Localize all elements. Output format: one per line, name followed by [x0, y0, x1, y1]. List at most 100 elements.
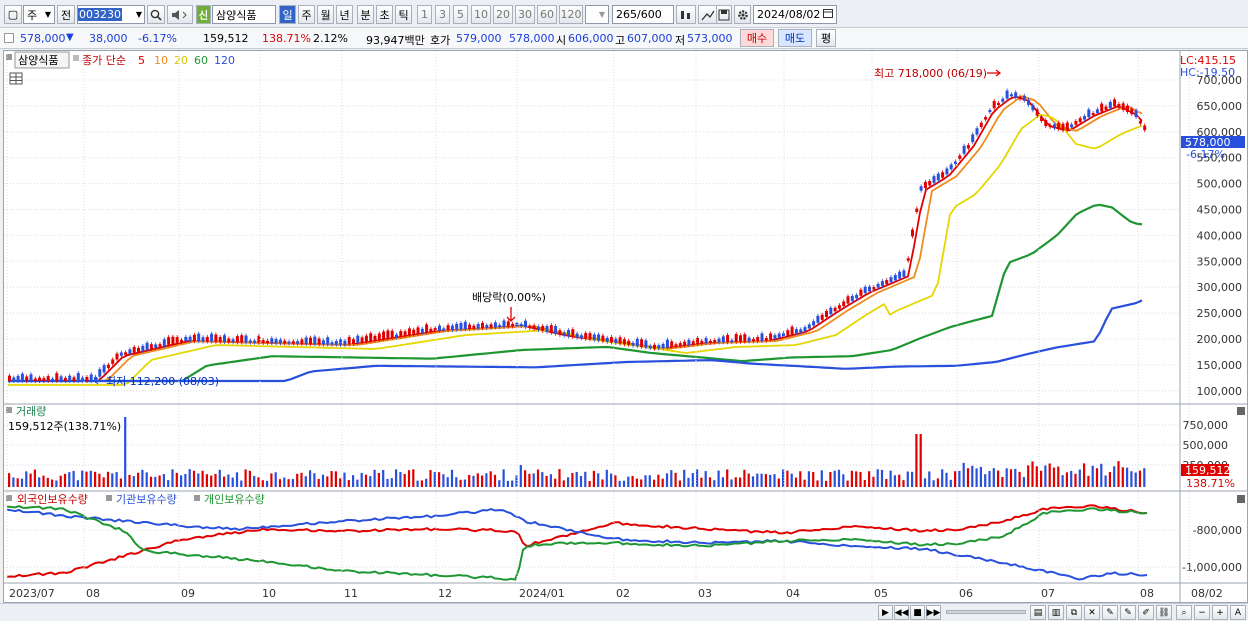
volume-bar — [992, 468, 995, 487]
ask-label: 호가 — [430, 34, 451, 47]
save-icon[interactable] — [716, 5, 732, 24]
code-input[interactable]: 003230 ▼ — [77, 5, 145, 24]
panel-close-icon[interactable] — [1237, 495, 1245, 503]
date-field[interactable]: 2024/08/02 — [753, 5, 837, 24]
panel-toggle-icon[interactable] — [4, 33, 14, 43]
draw-icon[interactable]: ✎ — [1120, 605, 1136, 620]
count-field[interactable]: 265/600 — [612, 5, 674, 24]
volume-bar — [76, 480, 79, 487]
volume-bar — [704, 471, 707, 487]
candle-body — [760, 333, 764, 342]
volume-bar — [102, 477, 105, 487]
volume-bar — [472, 475, 475, 487]
holdings-line — [6, 505, 1148, 581]
current-price: 578,000 — [20, 32, 66, 45]
chart-svg[interactable]: 700,000650,000600,000550,000500,000450,0… — [4, 51, 1248, 604]
candle-body — [541, 325, 545, 331]
chart-area[interactable]: 700,000 650,000 600,000 550,000 500,000 450,0… — [3, 50, 1248, 604]
period-year-button[interactable]: 년 — [336, 5, 353, 24]
draw-tool-icon[interactable] — [698, 5, 718, 24]
stop-icon[interactable]: ■ — [910, 605, 925, 620]
candle-body — [407, 328, 411, 336]
volume-bar — [730, 479, 733, 487]
candle-body — [644, 340, 648, 348]
volume-bar — [713, 480, 716, 487]
open-price: 606,000 — [568, 32, 614, 45]
candle-body — [291, 341, 295, 344]
volume-bar — [683, 469, 686, 487]
market-select[interactable]: 주 ▼ — [23, 5, 55, 24]
volume-bar — [201, 470, 204, 487]
minute-step-button[interactable]: 10 — [471, 5, 491, 24]
layout-icon[interactable]: ▥ — [1048, 605, 1064, 620]
speaker-icon[interactable] — [167, 5, 193, 24]
candle-body — [192, 334, 196, 342]
zoom-search-icon[interactable]: ⌕ — [1176, 605, 1192, 620]
draw-icon[interactable]: ✐ — [1138, 605, 1154, 620]
minute-step-button[interactable]: 30 — [515, 5, 535, 24]
search-icon[interactable] — [147, 5, 165, 24]
minute-step-button[interactable]: 3 — [435, 5, 450, 24]
ma-legend-60: 60 — [194, 54, 208, 67]
scroll-track[interactable] — [946, 610, 1026, 614]
bottom-scroll-bar: ▶ ◀◀ ■ ▶▶ ▤ ▥ ⧉ ✕ ✎ ✎ ✐ ⛓ ⌕ − + A — [0, 603, 1248, 621]
table-icon[interactable] — [9, 72, 23, 85]
bid-price: 578,000 — [509, 32, 555, 45]
volume-bar — [347, 480, 350, 487]
chart-type-icon[interactable] — [676, 5, 696, 24]
stock-name-field[interactable]: 삼양식품 — [212, 5, 276, 24]
volume-bar — [283, 477, 286, 487]
volume-summary: 159,512주(138.71%) — [8, 420, 121, 433]
minute-step-button[interactable]: 60 — [537, 5, 557, 24]
period-month-button[interactable]: 월 — [317, 5, 334, 24]
zoom-in-icon[interactable]: + — [1212, 605, 1228, 620]
sell-button[interactable]: 매도 — [778, 29, 812, 47]
minute-step-button[interactable]: 120 — [559, 5, 583, 24]
font-size-icon[interactable]: A — [1230, 605, 1246, 620]
candle-body — [670, 341, 674, 348]
top-toolbar: ▢ 주 ▼ 전 003230 ▼ 신 삼양식품 일 주 월 년 분 초 틱 1 3… — [0, 0, 1248, 28]
period-day-button[interactable]: 일 — [279, 5, 296, 24]
candle-body — [769, 333, 773, 340]
period-minute-button[interactable]: 분 — [357, 5, 374, 24]
volume-bar — [141, 469, 144, 487]
candle-body — [356, 335, 360, 344]
candle-body — [610, 337, 613, 343]
minute-step-button[interactable]: 1 — [417, 5, 432, 24]
scroll-right-icon[interactable]: ▶ — [878, 605, 893, 620]
copy-icon[interactable]: ⧉ — [1066, 605, 1082, 620]
prev-button[interactable]: 전 — [57, 5, 75, 24]
candle-body — [1070, 124, 1074, 128]
new-listing-badge[interactable]: 신 — [196, 5, 211, 24]
custom-step-select[interactable]: ▼ — [585, 5, 609, 24]
volume-bar — [932, 480, 935, 487]
period-week-button[interactable]: 주 — [298, 5, 315, 24]
volume-bar — [915, 434, 918, 487]
volume-bar — [55, 480, 58, 487]
x-tick: 2023/07 — [9, 587, 55, 600]
candle-body — [485, 325, 489, 328]
minute-step-button[interactable]: 20 — [493, 5, 513, 24]
open-label: 시 — [556, 34, 567, 47]
toggle-icon[interactable]: ✕ — [1084, 605, 1100, 620]
link-icon[interactable]: ⛓ — [1156, 605, 1172, 620]
draw-icon[interactable]: ✎ — [1102, 605, 1118, 620]
layout-icon[interactable]: ▤ — [1030, 605, 1046, 620]
candle-body — [89, 374, 93, 381]
volume-bar — [313, 473, 316, 487]
volume-bar — [16, 478, 19, 487]
evaluate-button[interactable]: 평 — [816, 29, 836, 47]
candle-body — [274, 339, 278, 344]
period-second-button[interactable]: 초 — [376, 5, 393, 24]
fast-forward-icon[interactable]: ▶▶ — [926, 605, 941, 620]
gear-icon[interactable] — [734, 5, 751, 24]
period-tick-button[interactable]: 틱 — [395, 5, 412, 24]
panel-close-icon[interactable] — [1237, 407, 1245, 415]
rewind-icon[interactable]: ◀◀ — [894, 605, 909, 620]
window-menu-icon[interactable]: ▢ — [4, 5, 22, 24]
buy-button[interactable]: 매수 — [740, 29, 774, 47]
candle-body — [102, 365, 106, 373]
minute-step-button[interactable]: 5 — [453, 5, 468, 24]
zoom-out-icon[interactable]: − — [1194, 605, 1210, 620]
volume-bar — [665, 473, 669, 487]
